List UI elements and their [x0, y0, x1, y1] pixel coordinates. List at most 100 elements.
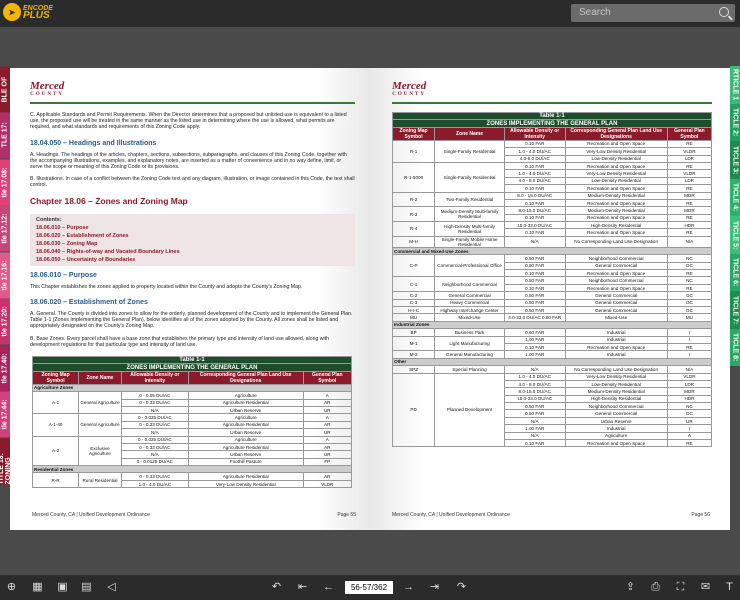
table-cell: Two-Family Residential	[434, 191, 505, 208]
table-cell: Industrial	[564, 335, 668, 344]
section-tab[interactable]: TICLE 6:	[730, 253, 740, 291]
table-cell: 1.00 FAR	[503, 350, 566, 359]
section-tab[interactable]: TICLE 7:	[730, 291, 740, 329]
table-cell: Zone Name	[434, 126, 505, 141]
table-cell: 0.10 FAR	[503, 139, 566, 149]
section-tab[interactable]: BLE OF	[0, 66, 10, 113]
table-cell: 0.50 FAR	[503, 276, 566, 285]
section-tab[interactable]: TICLE 8:	[730, 328, 740, 366]
table-cell: Mixed-Use	[434, 313, 505, 322]
zoom-icon[interactable]: ⊕	[5, 581, 18, 594]
table-cell: Planned Development	[434, 372, 505, 448]
table-cell: Single-Family Residential	[434, 161, 505, 193]
table-cell: General Commercial	[564, 261, 668, 271]
table-row: R-1 Single-Family Residential 0.10 FAR Recr…	[391, 139, 713, 163]
base-zones-text: B. Base Zones. Every parcel shall have a…	[30, 336, 330, 349]
table-cell: 0.10 FAR	[503, 213, 566, 223]
section-tab[interactable]: TLE 17:	[0, 112, 10, 159]
table-cell: N/A	[666, 365, 713, 374]
left-page[interactable]: Merced COUNTY C. Applicable Standards and…	[10, 68, 370, 530]
section-tab[interactable]: tle 17.12:	[0, 205, 10, 252]
zones-table-left: Table 1-1 ZONES IMPLEMENTING THE GENERAL …	[31, 355, 353, 489]
table-row: M-2 General Manufacturing 1.00 FAR Industri…	[391, 350, 713, 359]
section-tab[interactable]: tle 17.08:	[0, 158, 10, 206]
mail-icon[interactable]: ✉	[699, 581, 712, 594]
table-cell: 8.0-15.0 DU/AC	[503, 206, 566, 215]
table-cell: 0 - 0.33 DU/AC	[120, 472, 189, 481]
table-cell: Recreation and Open Space	[564, 198, 668, 208]
table-cell: R-2	[391, 191, 436, 208]
left-section-tabs: BLE OF TLE 17: tle 17.08: tle 17.12: tle 17.…	[0, 66, 10, 484]
table-row: PD Planned Development 1.0 - 4.0 DU/AC Very…	[391, 372, 713, 448]
search-icon[interactable]	[719, 7, 729, 17]
sound-icon[interactable]: ◁	[105, 581, 118, 594]
table-cell: A	[302, 391, 353, 400]
table-cell: R-4	[391, 221, 436, 237]
share-icon[interactable]: ⇪	[624, 581, 637, 594]
contents-link[interactable]: 18.06.020 – Establishment of Zones	[36, 232, 349, 240]
table-row: R-3 Medium-Density Multi-family Residenti…	[391, 206, 713, 223]
thumbnails-icon[interactable]: ▦	[31, 581, 44, 594]
text-icon[interactable]: T	[723, 581, 736, 594]
table-cell: AR	[302, 398, 353, 407]
section-tab[interactable]: tle 17.44:	[0, 391, 10, 438]
table-cell: 0.10 FAR	[503, 198, 566, 208]
contents-link[interactable]: 18.06.040 – Rights-of-way and Vacated Bo…	[36, 248, 349, 256]
table-cell: High-Density Multi-family Residential	[434, 221, 505, 237]
table-cell: VLDR	[666, 147, 713, 156]
next-page-icon[interactable]: →	[402, 581, 415, 594]
expand-icon[interactable]: ⛶	[674, 581, 687, 594]
contents-link[interactable]: 18.06.050 – Uncertainty of Boundaries	[36, 256, 349, 264]
table-cell: Recreation and Open Space	[564, 438, 668, 448]
section-tab[interactable]: tle 17.40:	[0, 344, 10, 392]
table-cell: RE	[666, 161, 713, 171]
bookmark-icon[interactable]: ▤	[80, 581, 93, 594]
page-indicator-input[interactable]: 56-57/362	[345, 581, 393, 594]
section-tab[interactable]: TICLE 4:	[730, 178, 740, 216]
section-tab[interactable]: TICLE 5:	[730, 216, 740, 254]
last-page-icon[interactable]: ⇥	[428, 581, 441, 594]
heading-establishment: 18.06.020 – Establishment of Zones	[30, 299, 148, 306]
table-cell: R-1	[391, 139, 436, 163]
undo-icon[interactable]: ↶	[270, 581, 283, 594]
print-icon[interactable]: ⎙	[649, 581, 662, 594]
section-tab[interactable]: TICLE 3:	[730, 141, 740, 179]
table-cell: UR	[302, 450, 353, 459]
table-cell: No Corresponding Land Use Designation	[564, 365, 668, 374]
section-tab[interactable]: TICLE 2:	[730, 103, 740, 141]
table-cell: Commercial and Mixed Use Zones	[392, 246, 712, 256]
chapter-title: Chapter 18.06 – Zones and Zoning Map	[30, 196, 188, 206]
table-cell: UR	[302, 405, 353, 415]
table-row: A-1 General Agriculture 0 - 0.05 DU/AC Agri…	[31, 391, 353, 415]
section-tab[interactable]: tle 17.16:	[0, 251, 10, 299]
table-cell: Zone Name	[78, 370, 122, 385]
right-page[interactable]: Merced COUNTY Table 1-1 ZONES IMPLEMENTING…	[370, 68, 730, 530]
search-input[interactable]: Search	[571, 4, 735, 22]
table-cell: Very-Low Density Residential	[564, 169, 668, 178]
contents-link[interactable]: 18.06.010 – Purpose	[36, 224, 349, 232]
section-tab[interactable]: RTICLE 1	[730, 66, 740, 104]
table-cell: 1.00 FAR	[503, 335, 566, 344]
table-cell: Agriculture Residential	[187, 472, 304, 481]
section-tab[interactable]: tle 17.20:	[0, 298, 10, 345]
first-page-icon[interactable]: ⇤	[296, 581, 309, 594]
contents-link[interactable]: 18.06.030 – Zoning Map	[36, 240, 349, 248]
table-cell: Corresponding General Plan Land Use Desi…	[564, 126, 668, 141]
merced-logo: Merced COUNTY	[392, 80, 427, 97]
table-cell: 0 - 0.025 DU/AC	[120, 413, 189, 422]
redo-icon[interactable]: ↷	[455, 581, 468, 594]
section-tab[interactable]: TITLE 18: ZONING	[0, 437, 10, 484]
table-cell: General Commercial	[564, 305, 668, 315]
table-row: C-2 General Commercial 0.50 FAR General Com…	[391, 291, 713, 300]
table-cell: I	[666, 328, 713, 337]
table-cell: 0.10 FAR	[503, 342, 566, 352]
table-cell: 0.50 FAR	[503, 254, 566, 263]
fullscreen-grid-icon[interactable]: ▣	[56, 581, 69, 594]
table-cell: Agriculture	[187, 435, 304, 444]
app-logo[interactable]: ➤ ENCODE PLUS	[3, 3, 53, 21]
table-cell: Recreation and Open Space	[564, 139, 668, 149]
table-cell: 0.10 FAR	[503, 269, 566, 278]
contents-link[interactable]: Contents:	[36, 216, 349, 224]
prev-page-icon[interactable]: ←	[322, 581, 335, 594]
table-cell: 0.50 FAR	[503, 298, 566, 308]
